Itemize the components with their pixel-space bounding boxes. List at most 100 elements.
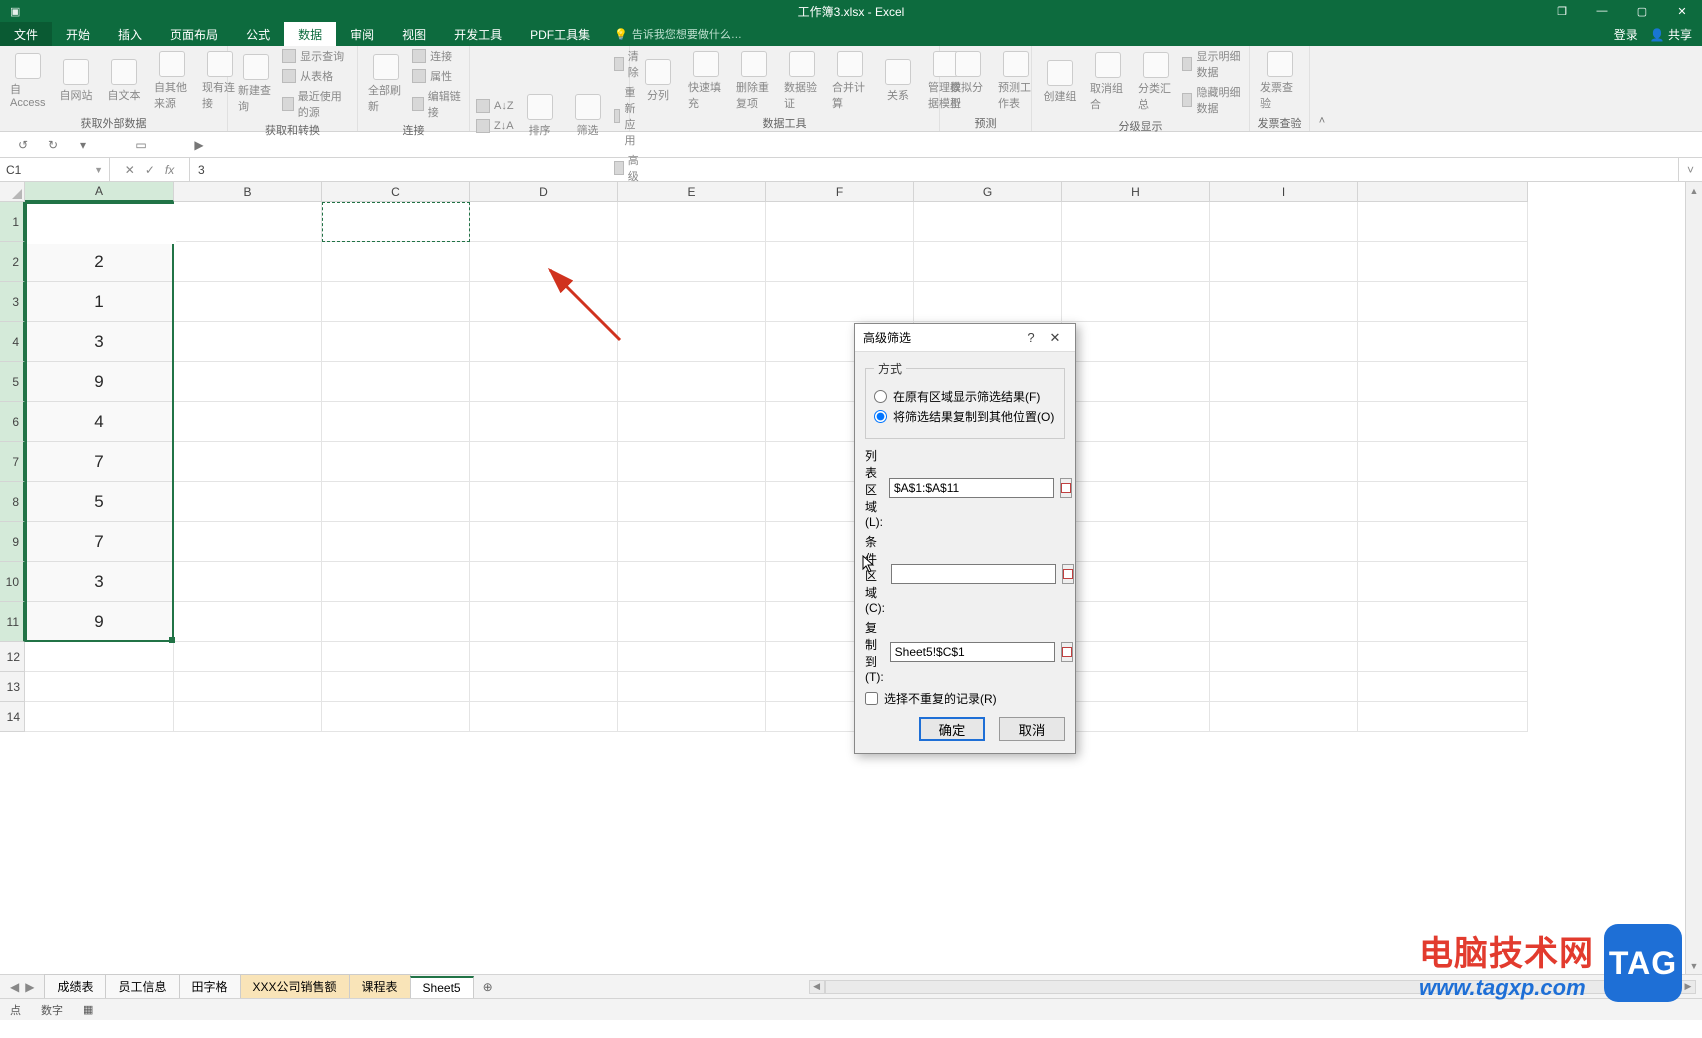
cell[interactable]	[322, 562, 470, 602]
cell[interactable]	[470, 522, 618, 562]
col-header-end[interactable]	[1358, 182, 1528, 202]
recent-sources-button[interactable]: 最近使用的源	[282, 88, 351, 120]
new-sheet-button[interactable]: ⊕	[473, 975, 503, 998]
hscroll-right-icon[interactable]: ▶	[1680, 980, 1696, 994]
cell[interactable]	[618, 282, 766, 322]
sheet-tab[interactable]: Sheet5	[410, 976, 474, 998]
filter-button[interactable]: 筛选	[566, 92, 610, 140]
collapse-ribbon-button[interactable]: ˄	[1310, 46, 1334, 131]
cell[interactable]	[618, 672, 766, 702]
sheet-nav-next-icon[interactable]: ▶	[25, 980, 34, 994]
confirm-icon[interactable]: ✓	[145, 163, 155, 177]
copy-to-picker-icon[interactable]	[1061, 642, 1073, 662]
cell[interactable]	[1210, 522, 1358, 562]
row-header[interactable]: 3	[0, 282, 25, 322]
dialog-titlebar[interactable]: 高级筛选 ? ✕	[855, 324, 1075, 352]
cell[interactable]	[470, 482, 618, 522]
qat-dropdown-icon[interactable]: ▾	[72, 135, 94, 155]
whatif-button[interactable]: 模拟分析	[946, 49, 990, 113]
cell[interactable]	[470, 562, 618, 602]
maximize-button[interactable]: ▢	[1622, 0, 1662, 22]
cell[interactable]	[174, 602, 322, 642]
consolidate-button[interactable]: 合并计算	[828, 49, 872, 113]
cell[interactable]	[618, 482, 766, 522]
cell[interactable]	[914, 282, 1062, 322]
subtotal-button[interactable]: 分类汇总	[1134, 50, 1178, 114]
cell[interactable]	[470, 202, 618, 242]
cell[interactable]	[322, 322, 470, 362]
cell[interactable]	[1358, 322, 1528, 362]
tab-review[interactable]: 审阅	[336, 22, 388, 46]
cell[interactable]	[766, 282, 914, 322]
scroll-up-icon[interactable]: ▲	[1686, 182, 1702, 199]
criteria-range-input[interactable]	[891, 564, 1056, 584]
cell[interactable]	[322, 522, 470, 562]
cell[interactable]	[25, 672, 174, 702]
close-button[interactable]: ✕	[1662, 0, 1702, 22]
list-range-picker-icon[interactable]	[1060, 478, 1072, 498]
cell[interactable]	[1358, 562, 1528, 602]
row-header[interactable]: 5	[0, 362, 25, 402]
chevron-down-icon[interactable]: ▼	[94, 165, 103, 175]
cell[interactable]	[174, 702, 322, 732]
radio-filter-inplace[interactable]: 在原有区域显示筛选结果(F)	[874, 388, 1056, 405]
cell[interactable]	[1210, 282, 1358, 322]
cell[interactable]: 3	[25, 322, 174, 362]
new-query-button[interactable]: 新建查询	[234, 52, 278, 116]
cell[interactable]	[25, 702, 174, 732]
touch-mode-icon[interactable]: ▭	[130, 135, 152, 155]
cell[interactable]	[470, 322, 618, 362]
cell[interactable]: 1	[25, 282, 174, 322]
minimize-button[interactable]: —	[1582, 0, 1622, 22]
show-detail-button[interactable]: 显示明细数据	[1182, 48, 1243, 80]
cell[interactable]	[1062, 522, 1210, 562]
cell[interactable]: 3	[25, 202, 174, 242]
cell[interactable]	[1210, 602, 1358, 642]
cell[interactable]	[1062, 242, 1210, 282]
cell[interactable]	[1062, 282, 1210, 322]
formula-input[interactable]: 3	[190, 158, 1678, 181]
row-header[interactable]: 11	[0, 602, 25, 642]
cell[interactable]	[618, 442, 766, 482]
cell[interactable]	[1210, 672, 1358, 702]
row-header[interactable]: 13	[0, 672, 25, 702]
cell[interactable]	[322, 362, 470, 402]
cell[interactable]	[1358, 202, 1528, 242]
dialog-help-button[interactable]: ?	[1019, 330, 1043, 345]
cell[interactable]	[322, 602, 470, 642]
cell[interactable]	[1062, 642, 1210, 672]
cell[interactable]	[1358, 702, 1528, 732]
tab-developer[interactable]: 开发工具	[440, 22, 516, 46]
col-header-c[interactable]: C	[322, 182, 470, 202]
cell[interactable]	[1358, 642, 1528, 672]
cell[interactable]	[1062, 702, 1210, 732]
cell[interactable]	[1210, 362, 1358, 402]
expand-formula-icon[interactable]: ˅	[1678, 158, 1702, 181]
cell[interactable]: 2	[25, 242, 174, 282]
cell[interactable]	[470, 702, 618, 732]
select-all-button[interactable]	[0, 182, 25, 202]
cell[interactable]	[1210, 642, 1358, 672]
signin-link[interactable]: 登录	[1614, 26, 1638, 43]
col-header-f[interactable]: F	[766, 182, 914, 202]
row-header[interactable]: 1	[0, 202, 25, 242]
cell[interactable]	[1210, 242, 1358, 282]
cell[interactable]	[322, 642, 470, 672]
cell[interactable]	[322, 282, 470, 322]
sheet-tab[interactable]: 成绩表	[44, 974, 106, 998]
cell[interactable]	[1210, 402, 1358, 442]
redo-icon[interactable]: ↻	[42, 135, 64, 155]
cell[interactable]	[1062, 602, 1210, 642]
cell[interactable]	[174, 482, 322, 522]
cell[interactable]	[470, 402, 618, 442]
col-header-h[interactable]: H	[1062, 182, 1210, 202]
col-header-i[interactable]: I	[1210, 182, 1358, 202]
undo-icon[interactable]: ↺	[12, 135, 34, 155]
cell[interactable]	[174, 322, 322, 362]
ungroup-button[interactable]: 取消组合	[1086, 50, 1130, 114]
cell[interactable]	[470, 442, 618, 482]
share-button[interactable]: 👤 共享	[1650, 26, 1692, 43]
cell[interactable]: 4	[25, 402, 174, 442]
cell[interactable]	[766, 202, 914, 242]
sort-asc-button[interactable]: A↓Z	[476, 99, 514, 113]
